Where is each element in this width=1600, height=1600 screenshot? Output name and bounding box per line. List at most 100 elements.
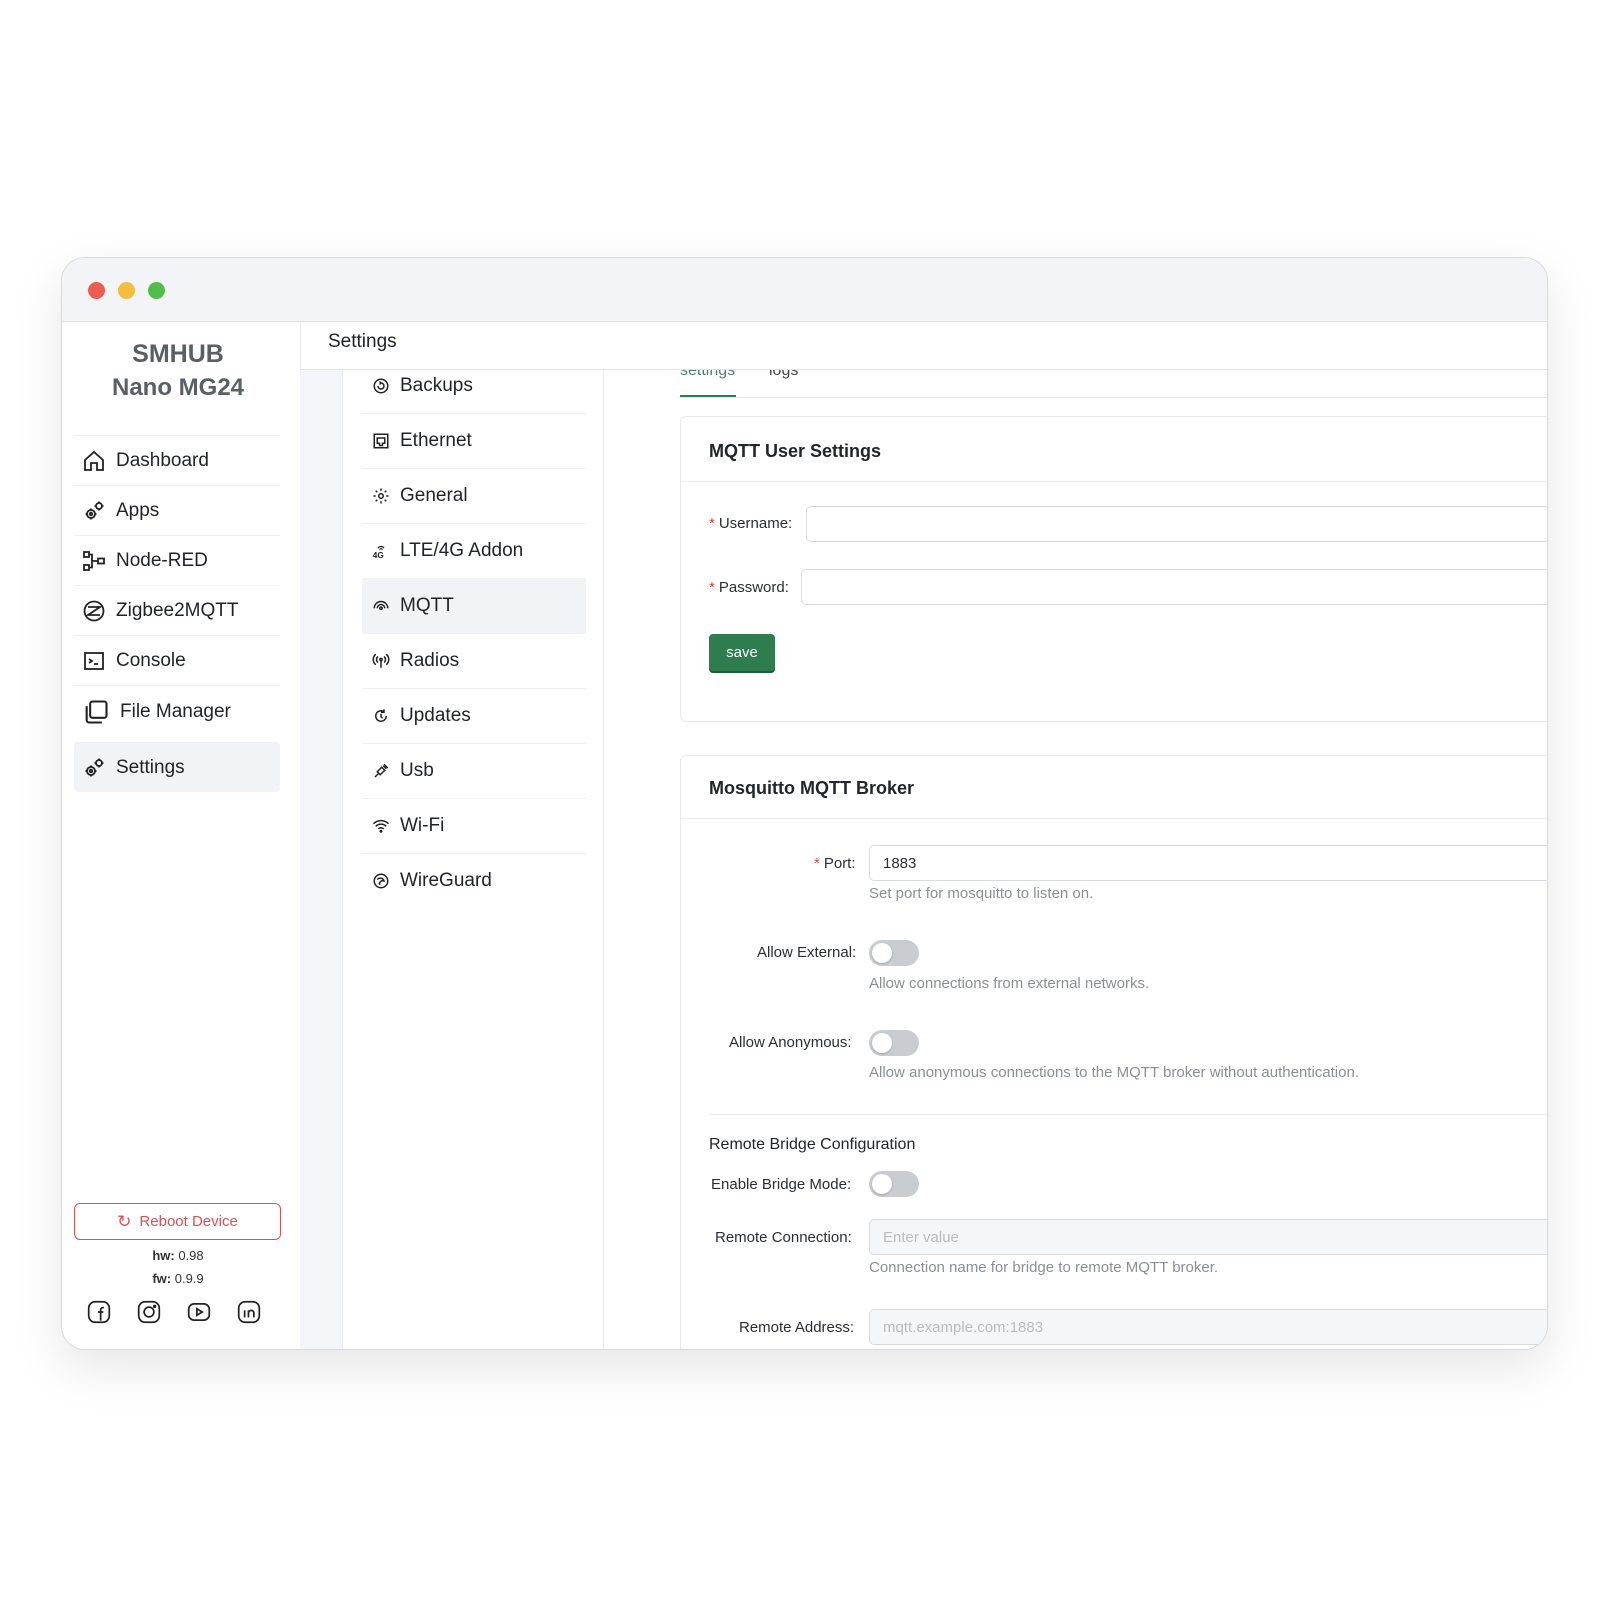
- save-button[interactable]: save: [709, 634, 775, 671]
- menu-item-label: Backups: [400, 374, 473, 396]
- menu-item-backups[interactable]: Backups: [362, 358, 586, 414]
- maximize-window-button[interactable]: [148, 282, 165, 299]
- sidebar-item-node-red[interactable]: Node-RED: [74, 535, 280, 585]
- mqtt-icon: [371, 596, 391, 616]
- svg-text:4G: 4G: [373, 550, 384, 559]
- sidebar-item-apps[interactable]: Apps: [74, 485, 280, 535]
- title-bar: [62, 258, 1547, 322]
- menu-item-label: Usb: [400, 759, 434, 781]
- menu-item-label: Ethernet: [400, 429, 472, 451]
- main-content: settings logs MQTT User Settings * Userna…: [605, 370, 1547, 1349]
- gears-icon: [82, 499, 106, 523]
- menu-item-label: MQTT: [400, 594, 454, 616]
- password-label: * Password:: [709, 579, 789, 596]
- card-title: MQTT User Settings: [709, 441, 882, 461]
- radio-icon: [371, 651, 391, 671]
- allow-anonymous-help: Allow anonymous connections to the MQTT …: [869, 1064, 1359, 1081]
- sidebar-item-console[interactable]: Console: [74, 635, 280, 685]
- close-window-button[interactable]: [88, 282, 105, 299]
- allow-external-help: Allow connections from external networks…: [869, 975, 1150, 992]
- menu-item-lte-4g-addon[interactable]: 4G LTE/4G Addon: [362, 523, 586, 579]
- zigbee-icon: [82, 599, 106, 623]
- username-label: * Username:: [709, 515, 793, 532]
- tab-settings[interactable]: settings: [680, 370, 735, 380]
- linkedin-icon[interactable]: [236, 1299, 262, 1325]
- sidebar-item-label: Console: [116, 649, 186, 671]
- remote-connection-label: Remote Connection:: [715, 1229, 852, 1246]
- card-title: Mosquitto MQTT Broker: [709, 778, 914, 798]
- sidebar-item-file-manager[interactable]: File Manager: [74, 685, 280, 738]
- hw-value: 0.98: [178, 1248, 204, 1263]
- card-divider: [681, 818, 1547, 819]
- menu-item-usb[interactable]: Usb: [362, 743, 586, 799]
- sidebar-item-label: File Manager: [120, 701, 231, 722]
- facebook-icon[interactable]: [86, 1299, 112, 1325]
- sidebar-item-zigbee2mqtt[interactable]: Zigbee2MQTT: [74, 585, 280, 635]
- fw-label: fw:: [152, 1271, 172, 1286]
- menu-item-wifi[interactable]: Wi-Fi: [362, 798, 586, 854]
- remote-connection-field[interactable]: Enter value: [869, 1219, 1547, 1255]
- port-field[interactable]: 1883: [869, 845, 1547, 881]
- sidebar-item-label: Node-RED: [116, 549, 208, 571]
- wireguard-icon: [371, 871, 391, 891]
- allow-anonymous-label: Allow Anonymous:: [729, 1034, 852, 1051]
- brand-model: Nano MG24: [111, 374, 245, 401]
- reboot-label: Reboot Device: [139, 1213, 238, 1230]
- hardware-version: hw: 0.98: [62, 1248, 294, 1263]
- gear-icon: [371, 486, 391, 506]
- tab-logs[interactable]: logs: [769, 370, 798, 380]
- password-field[interactable]: [801, 569, 1547, 605]
- usb-icon: [371, 761, 391, 781]
- mosquitto-broker-card: Mosquitto MQTT Broker * Port: 1883 Set po…: [680, 755, 1547, 1349]
- settings-menu: Backups Ethernet General 4G LTE/4G Addon…: [342, 370, 604, 1349]
- reboot-device-button[interactable]: ↻ Reboot Device: [74, 1203, 281, 1240]
- sidebar-item-settings[interactable]: Settings: [74, 742, 280, 792]
- menu-item-label: General: [400, 484, 468, 506]
- backup-icon: [371, 376, 391, 396]
- allow-external-label: Allow External:: [757, 944, 857, 961]
- username-field[interactable]: [806, 506, 1547, 542]
- port-label: * Port:: [814, 855, 856, 872]
- gutter: [300, 370, 342, 1349]
- menu-item-radios[interactable]: Radios: [362, 633, 586, 689]
- menu-item-general[interactable]: General: [362, 468, 586, 524]
- menu-item-ethernet[interactable]: Ethernet: [362, 413, 586, 469]
- refresh-icon: ↻: [117, 1211, 132, 1231]
- menu-item-updates[interactable]: Updates: [362, 688, 586, 744]
- card-divider: [681, 481, 1547, 482]
- update-icon: [371, 706, 391, 726]
- menu-item-label: Wi-Fi: [400, 814, 445, 836]
- sidebar-item-dashboard[interactable]: Dashboard: [74, 435, 280, 485]
- sidebar: SMHUB Nano MG24 Dashboard Apps Node-RED …: [62, 322, 300, 1349]
- terminal-icon: [82, 649, 106, 673]
- sidebar-item-label: Settings: [116, 756, 185, 778]
- gears-icon: [82, 756, 106, 780]
- active-tab-indicator: [680, 395, 736, 397]
- brand-name: SMHUB: [132, 340, 224, 368]
- minimize-window-button[interactable]: [118, 282, 135, 299]
- remote-bridge-heading: Remote Bridge Configuration: [709, 1136, 916, 1153]
- menu-item-label: WireGuard: [400, 870, 492, 891]
- flow-icon: [82, 549, 106, 573]
- menu-item-label: Radios: [400, 649, 460, 671]
- remote-address-label: Remote Address:: [739, 1319, 855, 1336]
- page-title: Settings: [328, 331, 397, 352]
- files-icon: [82, 698, 110, 726]
- menu-item-mqtt[interactable]: MQTT: [362, 578, 586, 634]
- menu-item-wireguard[interactable]: WireGuard: [362, 853, 586, 909]
- sidebar-item-label: Zigbee2MQTT: [116, 599, 239, 621]
- firmware-version: fw: 0.9.9: [62, 1271, 294, 1286]
- menu-item-label: LTE/4G Addon: [400, 539, 524, 561]
- enable-bridge-toggle[interactable]: [869, 1171, 919, 1197]
- home-icon: [82, 449, 106, 473]
- menu-item-label: Updates: [400, 704, 471, 726]
- instagram-icon[interactable]: [136, 1299, 162, 1325]
- remote-address-field[interactable]: mqtt.example.com:1883: [869, 1309, 1547, 1345]
- youtube-icon[interactable]: [186, 1299, 212, 1325]
- section-divider: [709, 1114, 1547, 1115]
- allow-anonymous-toggle[interactable]: [869, 1030, 919, 1056]
- sidebar-item-label: Dashboard: [116, 449, 209, 471]
- sidebar-item-label: Apps: [116, 499, 160, 521]
- 4g-icon: 4G: [371, 541, 391, 561]
- allow-external-toggle[interactable]: [869, 940, 919, 966]
